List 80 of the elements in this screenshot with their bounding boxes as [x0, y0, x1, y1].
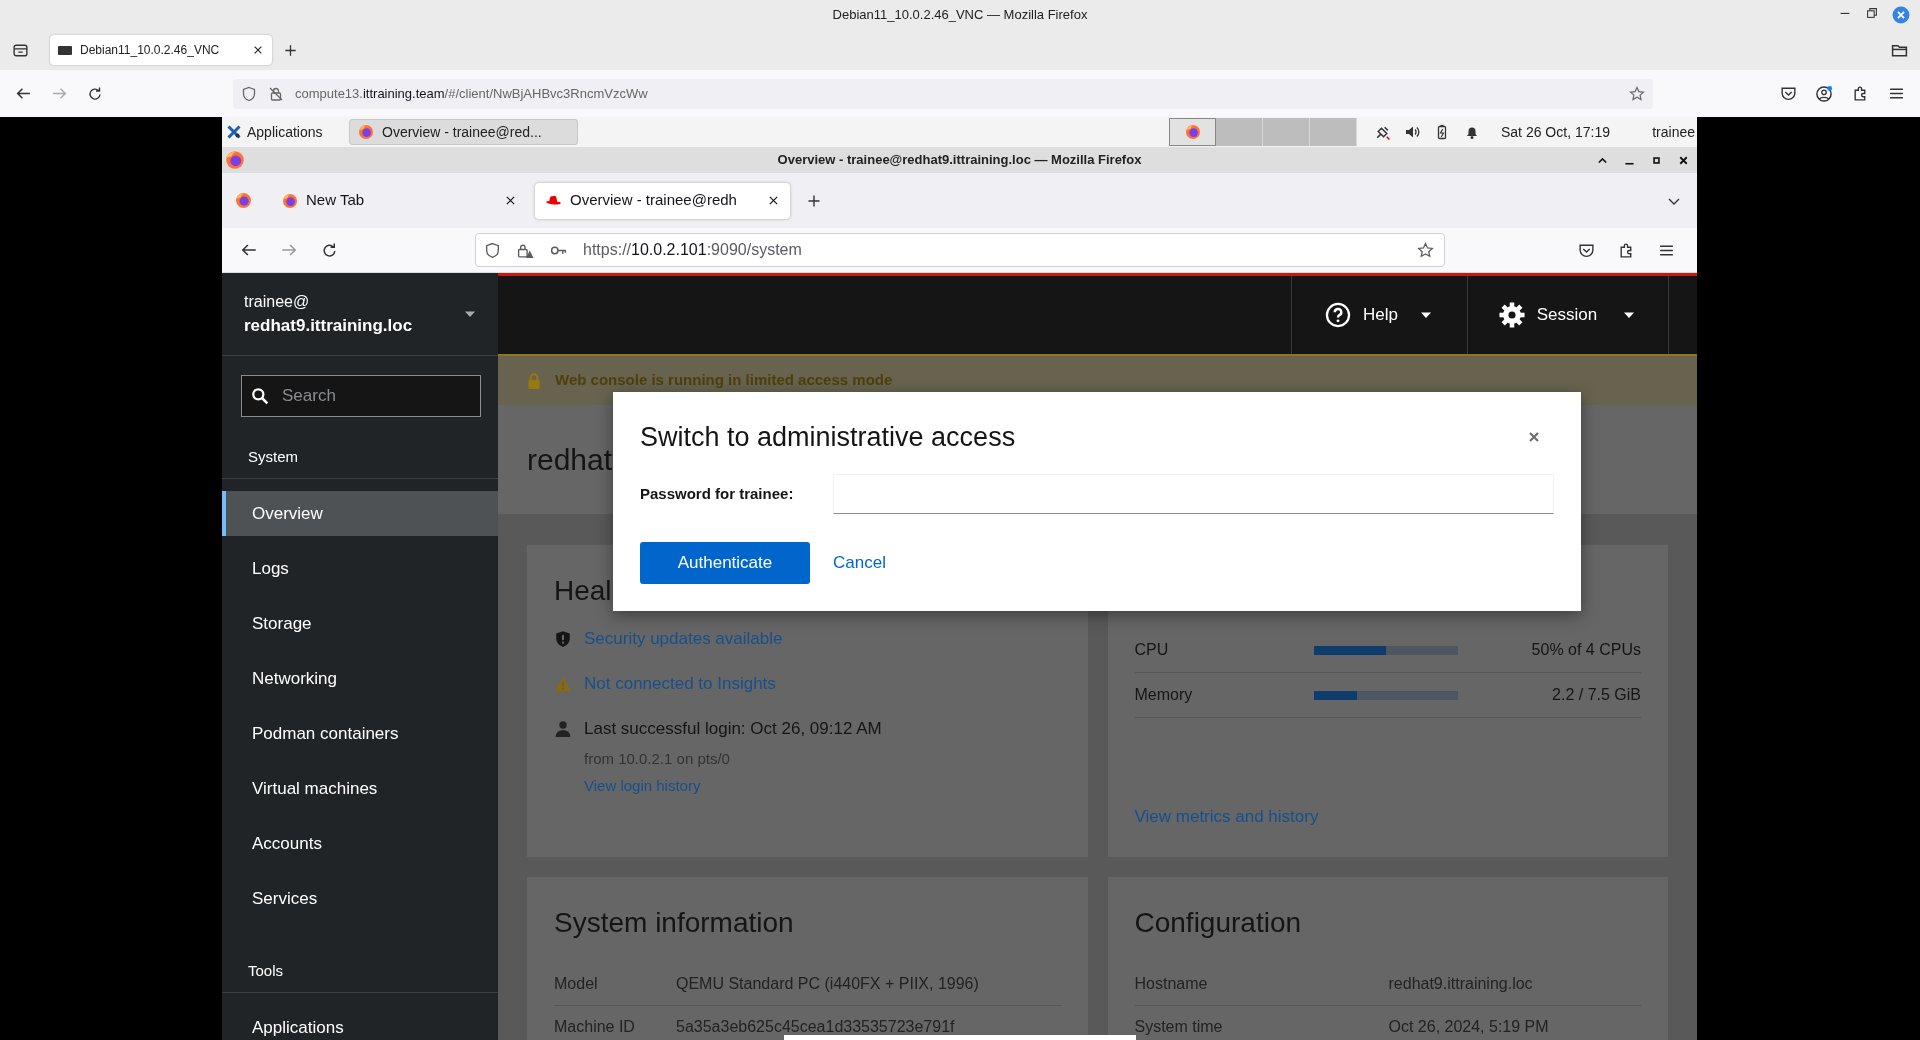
dialog-title: Switch to administrative access	[640, 420, 1016, 454]
password-field[interactable]	[833, 474, 1554, 514]
metric-label: CPU	[1134, 640, 1170, 660]
firefox-icon	[234, 192, 252, 209]
card-title: Heal	[554, 575, 613, 607]
nav-item[interactable]: Podman containers	[222, 711, 498, 756]
new-tab-icon[interactable]	[282, 42, 298, 58]
firefox-icon	[358, 124, 374, 140]
help-icon	[1325, 302, 1351, 328]
pocket-icon[interactable]	[1577, 241, 1595, 259]
field-label: Machine ID	[554, 1017, 636, 1037]
taskbar-button[interactable]: Overview - trainee@red...	[349, 119, 578, 145]
close-icon[interactable]	[767, 194, 780, 207]
shield-icon[interactable]	[241, 85, 257, 102]
browser-tab[interactable]: New Tab	[272, 182, 527, 219]
pocket-icon[interactable]	[1779, 85, 1797, 102]
window-title: Overview - trainee@redhat9.ittraining.loc — Mozilla Firefox	[777, 151, 1142, 170]
url-field[interactable]: compute13.ittraining.team/#/client/NwBjAHBvc3RncmVzcWw	[233, 78, 1653, 109]
field-value: redhat9.ittraining.loc	[1388, 974, 1533, 994]
search-icon	[251, 387, 269, 405]
search-field[interactable]: Search	[241, 375, 481, 417]
browser-tab[interactable]: Debian11_10.0.2.46_VNC	[50, 35, 272, 65]
nav-item[interactable]: Applications	[222, 1005, 498, 1040]
field-label: System time	[1134, 1017, 1224, 1037]
restore-icon[interactable]	[1865, 6, 1879, 20]
browser-tab[interactable]: Overview - trainee@redh	[535, 182, 790, 219]
field-value: QEMU Standard PC (i440FX + PIIX, 1996)	[676, 974, 979, 994]
url-text[interactable]: compute13.ittraining.team/#/client/NwBjAHBvc3RncmVzcWw	[295, 83, 648, 104]
clock[interactable]: Sat 26 Oct, 17:19	[1501, 121, 1610, 143]
nav-item[interactable]: Virtual machines	[222, 766, 498, 811]
metric-label: Memory	[1134, 685, 1194, 705]
help-menu[interactable]: Help	[1291, 276, 1467, 354]
firefox-icon	[282, 192, 298, 209]
account-icon[interactable]	[1815, 84, 1833, 103]
close-icon[interactable]	[252, 44, 264, 56]
field-value: Oct 26, 2024, 5:19 PM	[1388, 1017, 1549, 1037]
shield-icon[interactable]	[484, 241, 501, 259]
card-title: System information	[554, 907, 795, 939]
close-icon[interactable]	[504, 194, 517, 207]
lock-icon[interactable]	[268, 85, 284, 102]
shield-alert-icon	[554, 630, 572, 648]
metric-reading: 2.2 / 7.5 GiB	[1552, 685, 1641, 705]
field-label: Hostname	[1134, 974, 1209, 994]
nav-item[interactable]: Accounts	[222, 821, 498, 866]
gear-icon	[1498, 302, 1525, 328]
nav-item[interactable]: Services	[222, 876, 498, 921]
nav-item[interactable]: Networking	[222, 656, 498, 701]
window-title: Debian11_10.0.2.46_VNC — Mozilla Firefox	[832, 6, 1088, 25]
volume-icon[interactable]	[1404, 124, 1420, 140]
star-icon[interactable]	[1629, 85, 1645, 102]
lock-icon	[525, 371, 543, 390]
alert-text: Web console is running in limited access mode	[555, 370, 893, 391]
nav-item[interactable]: Overview	[222, 491, 498, 536]
session-menu[interactable]: Session	[1467, 276, 1668, 354]
nav-item[interactable]: Storage	[222, 601, 498, 646]
warning-icon	[554, 675, 572, 693]
reload-icon[interactable]	[320, 241, 338, 259]
field-label: Password for trainee:	[640, 483, 795, 504]
user-name[interactable]: trainee	[1652, 121, 1697, 143]
reload-icon[interactable]	[87, 85, 103, 102]
user-icon	[554, 720, 572, 738]
field-value: 5a35a3eb625c45cea1d33535723e791f	[676, 1017, 955, 1037]
host-name: redhat9.ittraining.loc	[244, 315, 414, 337]
tab-list-icon[interactable]	[11, 41, 29, 59]
cancel-link[interactable]: Cancel	[833, 550, 886, 576]
field-label: Model	[554, 974, 599, 994]
firefox-icon	[1184, 124, 1201, 140]
login-text: Last successful login: Oct 26, 09:12 AM	[584, 718, 882, 740]
section-heading: Tools	[222, 931, 498, 993]
star-icon[interactable]	[1417, 241, 1434, 259]
metric-reading: 50% of 4 CPUs	[1531, 640, 1641, 660]
user-name: trainee@	[244, 292, 311, 312]
menu-logo-icon	[226, 124, 242, 140]
applications-menu[interactable]: Applications	[226, 121, 348, 143]
card-title: Configuration	[1134, 907, 1303, 939]
url-field[interactable]: https://10.0.2.101:9090/system	[475, 233, 1445, 267]
workspace-button[interactable]	[1169, 118, 1216, 146]
firefox-icon[interactable]	[225, 150, 245, 170]
authenticate-button[interactable]: Authenticate	[640, 542, 810, 584]
nav-item[interactable]: Logs	[222, 546, 498, 591]
